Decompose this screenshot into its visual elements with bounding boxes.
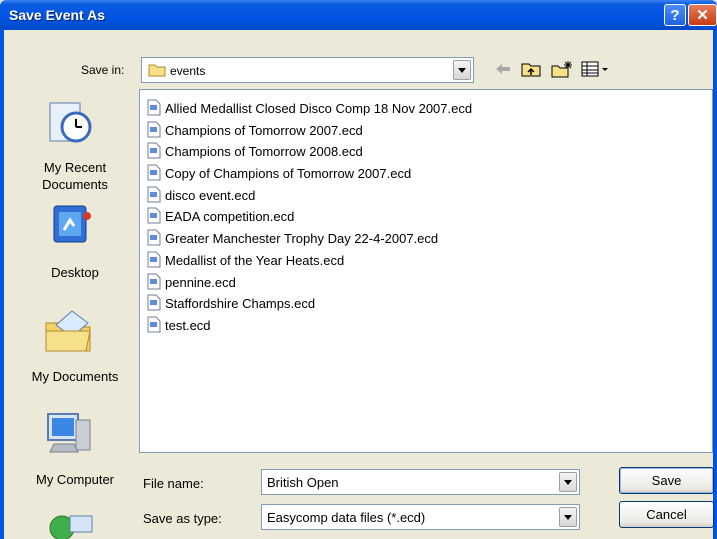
chevron-down-icon[interactable] — [559, 472, 577, 492]
file-name: Champions of Tomorrow 2007.ecd — [165, 123, 363, 138]
ecd-file-icon — [147, 294, 161, 311]
folder-icon — [148, 64, 166, 77]
ecd-file-icon — [147, 207, 161, 224]
file-name-value: British Open — [267, 475, 339, 490]
file-name: pennine.ecd — [165, 275, 236, 290]
save-button[interactable]: Save — [619, 467, 714, 494]
ecd-file-icon — [147, 316, 161, 333]
file-name: EADA competition.ecd — [165, 209, 295, 224]
chevron-down-icon[interactable] — [559, 507, 577, 527]
ecd-file-icon — [147, 273, 161, 290]
file-name: Champions of Tomorrow 2008.ecd — [165, 144, 363, 159]
window-frame-left — [0, 30, 4, 539]
file-name: Greater Manchester Trophy Day 22-4-2007.… — [165, 231, 439, 246]
ecd-file-icon — [147, 186, 161, 203]
file-name: test.ecd — [165, 318, 211, 333]
save-in-label: Save in: — [81, 63, 125, 77]
ecd-file-icon — [147, 229, 161, 246]
views-menu-icon[interactable] — [580, 60, 610, 78]
place-label: Documents — [42, 177, 108, 192]
ecd-file-icon — [147, 251, 161, 268]
cancel-button[interactable]: Cancel — [619, 501, 714, 528]
place-label: Desktop — [51, 265, 99, 280]
window-frame-right — [713, 30, 717, 539]
place-label: My Documents — [31, 369, 119, 384]
save-as-type-label: Save as type: — [143, 511, 222, 526]
ecd-file-icon — [147, 164, 161, 181]
desktop-icon — [53, 205, 91, 243]
file-list[interactable]: Allied Medallist Closed Disco Comp 18 No… — [139, 89, 713, 453]
save-as-type-dropdown[interactable]: Easycomp data files (*.ecd) — [261, 504, 580, 530]
up-folder-icon[interactable] — [520, 60, 542, 78]
my-documents-icon — [45, 310, 91, 352]
my-network-places-icon — [49, 515, 93, 539]
title-bar: Save Event As ? ✕ — [0, 0, 717, 30]
file-name: Medallist of the Year Heats.ecd — [165, 253, 345, 268]
back-arrow-icon[interactable] — [494, 60, 512, 78]
save-in-value: events — [170, 64, 206, 78]
chevron-down-icon[interactable] — [453, 60, 471, 80]
file-name-label: File name: — [143, 476, 204, 491]
help-button[interactable]: ? — [664, 4, 686, 26]
file-name-input[interactable]: British Open — [261, 469, 580, 495]
save-in-dropdown[interactable]: events — [141, 57, 474, 83]
my-computer-icon — [47, 413, 91, 453]
close-button[interactable]: ✕ — [688, 4, 717, 26]
recent-documents-icon — [49, 102, 92, 143]
ecd-file-icon — [147, 121, 161, 138]
file-name: Allied Medallist Closed Disco Comp 18 No… — [165, 101, 473, 116]
window-title: Save Event As — [9, 7, 105, 23]
save-as-type-value: Easycomp data files (*.ecd) — [267, 510, 426, 525]
file-name: disco event.ecd — [165, 188, 256, 203]
ecd-file-icon — [147, 142, 161, 159]
file-name: Staffordshire Champs.ecd — [165, 296, 316, 311]
ecd-file-icon — [147, 99, 161, 116]
new-folder-icon[interactable] — [550, 60, 574, 78]
place-label: My Recent — [43, 160, 107, 175]
file-name: Copy of Champions of Tomorrow 2007.ecd — [165, 166, 412, 181]
place-label: My Computer — [35, 472, 115, 487]
